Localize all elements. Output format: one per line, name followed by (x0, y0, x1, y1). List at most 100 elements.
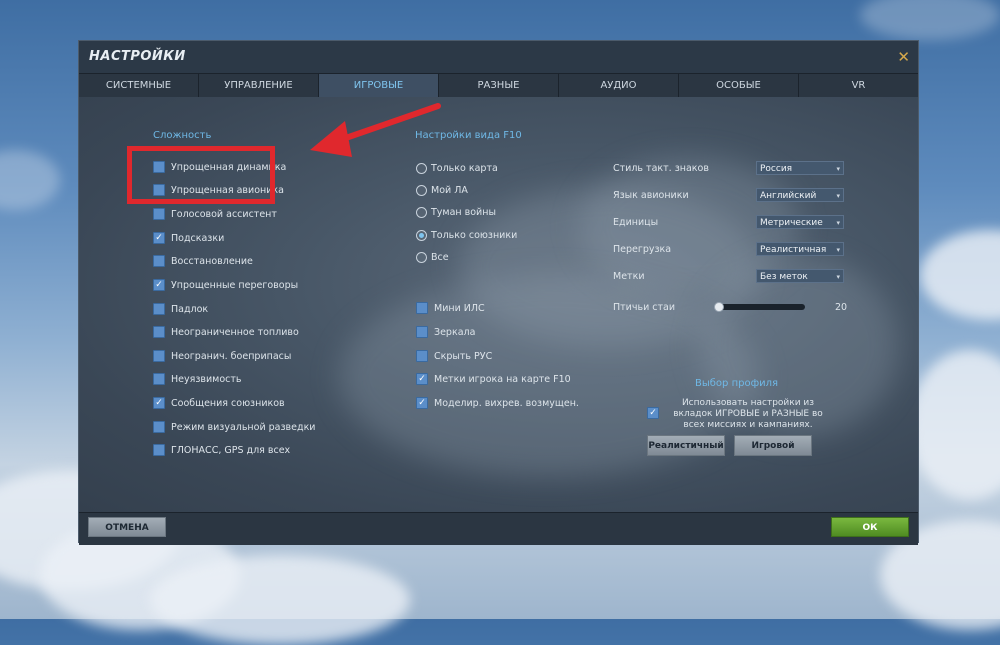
chevron-down-icon: ▾ (836, 192, 840, 200)
f10-radio-label: Туман войны (431, 207, 496, 218)
radio-selected[interactable] (416, 230, 427, 241)
difficulty-item[interactable]: Неограниченное топливо (153, 326, 299, 338)
birds-slider[interactable] (719, 304, 805, 310)
tab-audio[interactable]: АУДИО (559, 74, 679, 97)
birds-slider-thumb[interactable] (714, 302, 724, 312)
option-label: Язык авионики (613, 190, 689, 201)
checkbox[interactable] (153, 326, 165, 338)
f10-title: Настройки вида F10 (415, 130, 522, 141)
option-label: Метки (613, 271, 645, 282)
f10-checkbox-item-label: Моделир. вихрев. возмущен. (434, 397, 579, 409)
close-icon[interactable]: ✕ (897, 48, 910, 66)
chevron-down-icon: ▾ (836, 165, 840, 173)
f10-checkbox-item-label: Зеркала (434, 326, 476, 338)
checkbox[interactable] (153, 303, 165, 315)
difficulty-item-label: Режим визуальной разведки (171, 421, 316, 433)
difficulty-item[interactable]: Неогранич. боеприпасы (153, 350, 291, 362)
checkbox-checked[interactable]: ✓ (416, 397, 428, 409)
checkbox-checked[interactable]: ✓ (153, 397, 165, 409)
radio[interactable] (416, 252, 427, 263)
ok-button[interactable]: ОК (831, 517, 909, 537)
settings-window: НАСТРОЙКИ ✕ СИСТЕМНЫЕ УПРАВЛЕНИЕ ИГРОВЫЕ… (78, 40, 919, 545)
checkbox-checked[interactable]: ✓ (153, 279, 165, 291)
f10-radio-label: Все (431, 252, 449, 263)
radio[interactable] (416, 163, 427, 174)
f10-checkbox-item[interactable]: Мини ИЛС (416, 302, 485, 314)
checkbox[interactable] (153, 373, 165, 385)
difficulty-item-label: Неогранич. боеприпасы (171, 350, 292, 362)
tab-gameplay[interactable]: ИГРОВЫЕ (319, 74, 439, 97)
difficulty-item-label: Неуязвимость (171, 373, 242, 385)
f10-checkbox-item-label: Метки игрока на карте F10 (434, 373, 571, 385)
footer-bar (79, 512, 918, 545)
f10-radio-item[interactable]: Все (416, 252, 449, 263)
checkbox[interactable] (153, 184, 165, 196)
checkbox[interactable] (153, 255, 165, 267)
profile-checkbox-label: Использовать настройки из вкладок ИГРОВЫ… (673, 398, 823, 430)
cancel-button[interactable]: ОТМЕНА (88, 517, 166, 537)
option-dropdown[interactable]: Россия ▾ (756, 161, 844, 175)
checkbox[interactable] (153, 444, 165, 456)
option-dropdown-value: Реалистичная (760, 245, 827, 255)
difficulty-item[interactable]: Режим визуальной разведки (153, 421, 315, 433)
f10-checkbox-item[interactable]: Зеркала (416, 326, 475, 338)
checkbox[interactable] (416, 302, 428, 314)
checkbox[interactable] (153, 421, 165, 433)
tab-bar: СИСТЕМНЫЕ УПРАВЛЕНИЕ ИГРОВЫЕ РАЗНЫЕ АУДИ… (79, 73, 918, 98)
checkbox[interactable] (153, 161, 165, 173)
difficulty-item-label: ГЛОНАСС, GPS для всех (171, 444, 291, 456)
f10-radio-label: Только карта (431, 163, 498, 174)
f10-radio-item[interactable]: Только союзники (416, 230, 517, 241)
checkbox[interactable] (153, 208, 165, 220)
option-dropdown-value: Английский (760, 191, 817, 201)
option-dropdown[interactable]: Без меток ▾ (756, 269, 844, 283)
tab-system[interactable]: СИСТЕМНЫЕ (79, 74, 199, 97)
f10-radio-item[interactable]: Мой ЛА (416, 185, 468, 196)
chevron-down-icon: ▾ (836, 246, 840, 254)
game-profile-button[interactable]: Игровой (734, 435, 812, 456)
radio[interactable] (416, 185, 427, 196)
difficulty-item-label: Упрощенная авионика (171, 184, 284, 196)
f10-checkbox-item[interactable]: ✓ Моделир. вихрев. возмущен. (416, 397, 579, 409)
difficulty-item-label: Голосовой ассистент (171, 208, 277, 220)
difficulty-item[interactable]: Голосовой ассистент (153, 208, 277, 220)
f10-checkbox-item-label: Мини ИЛС (434, 302, 485, 314)
checkbox[interactable] (416, 326, 428, 338)
option-dropdown[interactable]: Реалистичная ▾ (756, 242, 844, 256)
f10-checkbox-item[interactable]: Скрыть РУС (416, 350, 492, 362)
checkbox[interactable] (416, 350, 428, 362)
difficulty-item-label: Сообщения союзников (171, 397, 285, 409)
chevron-down-icon: ▾ (836, 273, 840, 281)
profile-checkbox[interactable]: ✓ (647, 407, 659, 419)
tab-misc[interactable]: РАЗНЫЕ (439, 74, 559, 97)
tab-controls[interactable]: УПРАВЛЕНИЕ (199, 74, 319, 97)
difficulty-item[interactable]: Упрощенная авионика (153, 184, 284, 196)
window-title: НАСТРОЙКИ (89, 49, 186, 64)
option-dropdown-value: Метрические (760, 218, 823, 228)
checkbox-checked[interactable]: ✓ (153, 232, 165, 244)
difficulty-item[interactable]: ГЛОНАСС, GPS для всех (153, 444, 290, 456)
f10-radio-item[interactable]: Только карта (416, 163, 498, 174)
difficulty-item[interactable]: ✓ Упрощенные переговоры (153, 279, 298, 291)
difficulty-item[interactable]: Неуязвимость (153, 373, 242, 385)
difficulty-item[interactable]: Восстановление (153, 255, 253, 267)
difficulty-item[interactable]: Падлок (153, 303, 208, 315)
difficulty-item-label: Неограниченное топливо (171, 326, 299, 338)
f10-radio-label: Мой ЛА (431, 185, 468, 196)
f10-radio-item[interactable]: Туман войны (416, 207, 496, 218)
option-dropdown[interactable]: Метрические ▾ (756, 215, 844, 229)
difficulty-item-label: Подсказки (171, 232, 225, 244)
checkbox[interactable] (153, 350, 165, 362)
difficulty-item-label: Упрощенные переговоры (171, 279, 299, 291)
radio[interactable] (416, 207, 427, 218)
tab-vr[interactable]: VR (799, 74, 918, 97)
difficulty-item[interactable]: ✓ Подсказки (153, 232, 224, 244)
option-dropdown[interactable]: Английский ▾ (756, 188, 844, 202)
option-label: Стиль такт. знаков (613, 163, 709, 174)
realistic-profile-button[interactable]: Реалистичный (647, 435, 725, 456)
difficulty-item[interactable]: Упрощенная динамика (153, 161, 286, 173)
difficulty-item[interactable]: ✓ Сообщения союзников (153, 397, 285, 409)
tab-special[interactable]: ОСОБЫЕ (679, 74, 799, 97)
checkbox-checked[interactable]: ✓ (416, 373, 428, 385)
f10-checkbox-item[interactable]: ✓ Метки игрока на карте F10 (416, 373, 571, 385)
